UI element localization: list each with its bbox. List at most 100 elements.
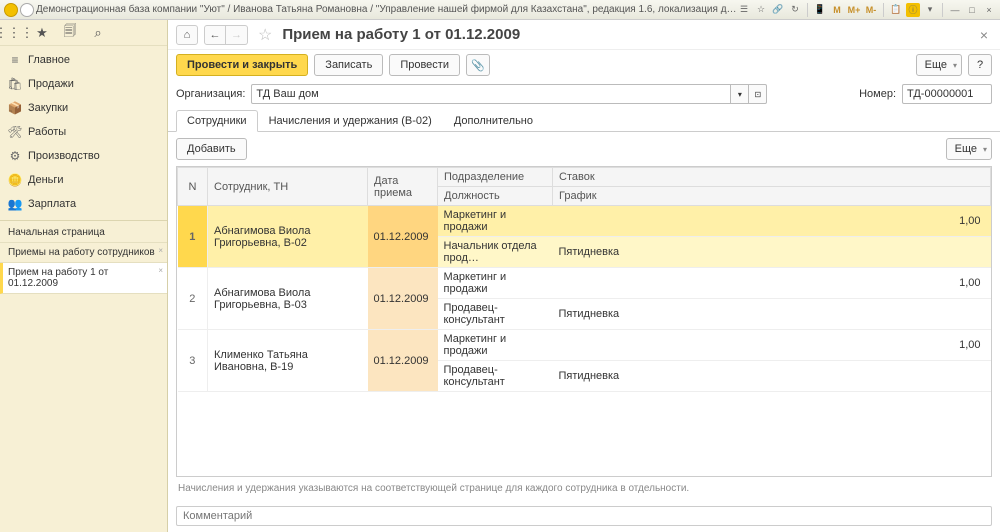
tab-employees[interactable]: Сотрудники [176,110,258,132]
sidebar-item-label: Главное [28,54,70,66]
sidebar-item-label: Зарплата [28,198,76,210]
cart-icon: 🛍 [8,77,22,91]
close-icon[interactable]: × [158,266,163,275]
calc-icon[interactable]: 📱 [813,3,827,17]
org-label: Организация: [176,88,245,100]
link-icon[interactable]: 🔗 [771,3,785,17]
table-row[interactable]: 1Абнагимова Виола Григорьевна, В-0201.12… [178,206,991,237]
bookmark-icon[interactable]: ☆ [258,25,272,45]
separator [942,3,943,17]
divider [0,220,167,221]
sidebar-item-sales[interactable]: 🛍 Продажи [0,72,167,96]
forward-button[interactable]: → [226,25,248,45]
col-employee[interactable]: Сотрудник, ТН [208,168,368,206]
more-button[interactable]: Еще [916,54,962,76]
m-icon[interactable]: M [830,3,844,17]
m-plus-icon[interactable]: M+ [847,3,861,17]
close-document[interactable]: × [976,27,992,43]
close-icon[interactable]: × [158,246,163,255]
org-input[interactable] [251,84,731,104]
star-icon[interactable]: ☆ [754,3,768,17]
comment-input[interactable] [176,506,992,526]
app-title: Демонстрационная база компании "Уют" / И… [36,4,737,15]
sidebar-item-label: Закупки [28,102,68,114]
col-dept[interactable]: Подразделение [438,168,553,187]
history-label: Приемы на работу сотрудников [8,247,155,258]
col-date[interactable]: Дата приема [368,168,438,206]
traffic-light-icon [20,3,34,17]
num-input[interactable] [902,84,992,104]
sidebar: ⋮⋮⋮ ★ 🗐 ⌕ ≡Главное 🛍 Продажи 📦 Закупки 🛠 Ра… [0,20,168,532]
sidebar-item-work[interactable]: 🛠 Работы [0,120,167,144]
history-icon[interactable]: ↻ [788,3,802,17]
num-label: Номер: [859,88,896,100]
write-button[interactable]: Записать [314,54,383,76]
col-position[interactable]: Должность [438,187,553,206]
add-button[interactable]: Добавить [176,138,247,160]
org-row: Организация: ▾ ⊡ Номер: [168,80,1000,108]
sidebar-toolbar: ⋮⋮⋮ ★ 🗐 ⌕ [0,20,167,46]
box-icon: 📦 [8,101,22,115]
traffic-light-icon [4,3,18,17]
minimize-icon[interactable]: — [948,3,962,17]
sidebar-item-label: Производство [28,150,100,162]
dropdown-icon[interactable]: ▾ [923,3,937,17]
coins-icon: 🪙 [8,173,22,187]
employee-table: N Сотрудник, ТН Дата приема Подразделени… [176,166,992,477]
menu-icon[interactable]: ☰ [737,3,751,17]
post-close-button[interactable]: Провести и закрыть [176,54,308,76]
history-label: Прием на работу 1 от 01.12.2009 [8,267,108,289]
people-icon: 👥 [8,197,22,211]
table-more-button[interactable]: Еще [946,138,992,160]
sidebar-item-salary[interactable]: 👥 Зарплата [0,192,167,216]
nav-section: ≡Главное 🛍 Продажи 📦 Закупки 🛠 Работы ⚙ Прои… [0,46,167,218]
m-minus-icon[interactable]: M- [864,3,878,17]
sidebar-item-main[interactable]: ≡Главное [0,48,167,72]
apps-icon[interactable]: ⋮⋮⋮ [4,23,24,43]
sidebar-item-label: Деньги [28,174,64,186]
home-button[interactable]: ⌂ [176,25,198,45]
separator [807,3,808,17]
post-button[interactable]: Провести [389,54,460,76]
separator [883,3,884,17]
document-title: Прием на работу 1 от 01.12.2009 [282,26,520,43]
sidebar-item-label: Работы [28,126,66,138]
table-toolbar: Добавить Еще [168,132,1000,166]
attach-button[interactable]: 📎 [466,54,490,76]
help-button[interactable]: ? [968,54,992,76]
favorite-icon[interactable]: ★ [32,23,52,43]
sidebar-item-production[interactable]: ⚙ Производство [0,144,167,168]
tab-extra[interactable]: Дополнительно [443,110,544,132]
col-rate[interactable]: Ставок [553,168,991,187]
history-item-home[interactable]: Начальная страница [0,223,167,243]
clipboard-icon[interactable]: 📋 [889,3,903,17]
wrench-icon: 🛠 [8,125,22,139]
history-label: Начальная страница [8,227,105,238]
hint-text: Начисления и удержания указываются на со… [168,477,1000,500]
search-icon[interactable]: ⌕ [88,23,108,43]
col-n[interactable]: N [178,168,208,206]
tab-bar: Сотрудники Начисления и удержания (В-02)… [168,110,1000,132]
header-icon-group: ☰ ☆ 🔗 ↻ 📱 M M+ M- 📋 ⓘ ▾ — □ × [737,3,996,17]
action-bar: Провести и закрыть Записать Провести 📎 Е… [168,50,1000,80]
clipboard-tool-icon[interactable]: 🗐 [60,23,80,43]
sidebar-item-label: Продажи [28,78,74,90]
sidebar-item-money[interactable]: 🪙 Деньги [0,168,167,192]
maximize-icon[interactable]: □ [965,3,979,17]
tab-accruals[interactable]: Начисления и удержания (В-02) [258,110,443,132]
dropdown-icon[interactable]: ▾ [731,84,749,104]
back-button[interactable]: ← [204,25,226,45]
col-schedule[interactable]: График [553,187,991,206]
sidebar-item-purchases[interactable]: 📦 Закупки [0,96,167,120]
open-icon[interactable]: ⊡ [749,84,767,104]
comment-row [168,500,1000,532]
lock-icon[interactable]: ⓘ [906,3,920,17]
gear-icon: ⚙ [8,149,22,163]
history-item-current[interactable]: Прием на работу 1 от 01.12.2009 × [0,263,167,294]
document-header: ⌂ ← → ☆ Прием на работу 1 от 01.12.2009 … [168,20,1000,50]
table-row[interactable]: 3Клименко Татьяна Ивановна, В-1901.12.20… [178,330,991,361]
close-icon[interactable]: × [982,3,996,17]
table-row[interactable]: 2Абнагимова Виола Григорьевна, В-0301.12… [178,268,991,299]
history-item-hires[interactable]: Приемы на работу сотрудников× [0,243,167,263]
app-header: Демонстрационная база компании "Уют" / И… [0,0,1000,20]
